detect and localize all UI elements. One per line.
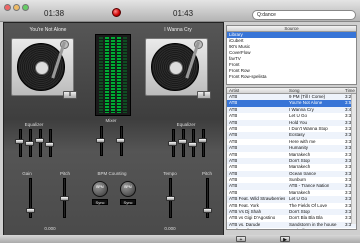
deck-a-time: 01:38 (44, 9, 65, 18)
search-input[interactable]: Q:dance (252, 10, 356, 20)
deck-a-pause-button[interactable]: II (63, 91, 77, 99)
gain-a-label: Gain (22, 171, 32, 176)
zoom-button[interactable] (22, 4, 29, 11)
bpm-a-value[interactable]: Sync (92, 199, 108, 205)
table-row[interactable]: Audio Bullys Real Life 3:3 (227, 228, 356, 229)
play-button[interactable]: ▶ (280, 236, 290, 243)
bpm-b-value[interactable]: Sync (120, 199, 136, 205)
pitch-a-slider[interactable] (60, 178, 70, 220)
record-button[interactable] (112, 8, 121, 17)
source-list[interactable]: Source Library iCubert 90's Music CoverFlow… (226, 25, 357, 85)
turntable-b[interactable] (145, 38, 208, 96)
tempo-b-slider[interactable] (166, 178, 176, 220)
equalizer-b[interactable] (168, 129, 208, 161)
deck-b-title: I Wanna Cry (164, 27, 192, 33)
minimize-button[interactable] (13, 4, 20, 11)
turntable-a[interactable] (11, 38, 74, 96)
source-item[interactable]: Front Row-spelista (227, 74, 356, 80)
cell-song: Real Life (289, 228, 307, 229)
level-meters (95, 34, 131, 116)
scrollbar[interactable] (351, 94, 356, 224)
pitch-a-label: Pitch (59, 171, 70, 176)
bpm-a-knob[interactable]: BPM (92, 181, 108, 197)
deck-a-title: You're Not Alone (29, 27, 67, 33)
pitch-b-label: Pitch (201, 171, 212, 176)
mixer-label: Mixer (105, 118, 117, 123)
tempo-a-value: 0.000 (44, 226, 56, 231)
tempo-b-value: 0.000 (164, 226, 176, 231)
pitch-b-slider[interactable] (203, 178, 213, 220)
cell-time: 3:3 (345, 228, 351, 229)
tempo-b-label: Tempo (163, 171, 177, 176)
equalizer-a[interactable] (15, 129, 55, 161)
status-bar (0, 235, 360, 243)
crossfader-area[interactable] (92, 124, 132, 164)
add-button[interactable]: + (236, 236, 246, 243)
cell-artist: Audio Bullys (229, 228, 254, 229)
bpm-b-knob[interactable]: BPM (120, 181, 136, 197)
equalizer-b-label: Equalizer (176, 122, 196, 127)
track-table[interactable]: Artist Song Time ATB 9 PM (Till I Come) 3:… (226, 87, 357, 230)
deck-b-pause-button[interactable]: II (197, 91, 211, 99)
deck-b-time: 01:43 (173, 9, 194, 18)
bpm-label: BPM Counting (97, 171, 127, 176)
equalizer-a-label: Equalizer (24, 122, 44, 127)
close-button[interactable] (4, 4, 11, 11)
bpm-counting: BPM Counting BPM BPM Sync Sync (80, 171, 144, 219)
gain-a-slider[interactable] (26, 178, 36, 220)
